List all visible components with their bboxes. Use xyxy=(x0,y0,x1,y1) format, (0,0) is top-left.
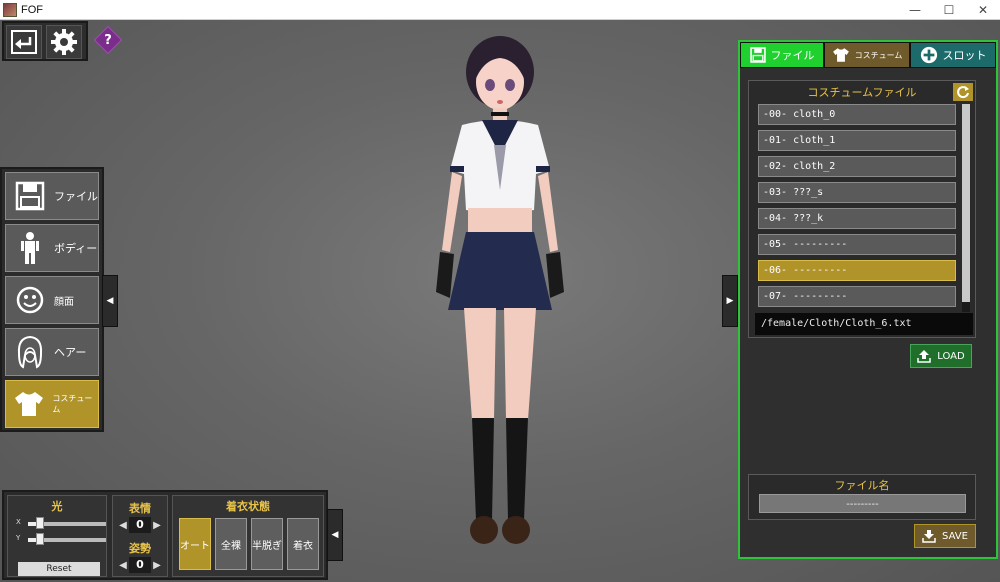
increment-arrow-icon[interactable]: ▶ xyxy=(151,560,163,571)
settings-button[interactable] xyxy=(46,25,82,59)
light-y-slider[interactable]: Y xyxy=(14,532,106,546)
tab-slot[interactable]: スロット xyxy=(910,42,996,68)
hair-icon xyxy=(17,335,43,369)
clothing-half-button[interactable]: 半脱ぎ xyxy=(251,518,283,570)
back-button[interactable] xyxy=(6,25,42,59)
expression-pose-section: 表情 ◀ 0 ▶ 姿勢 ◀ 0 ▶ xyxy=(112,495,168,577)
window-title: FOF xyxy=(21,3,43,16)
menu-item-costume[interactable]: コスチューム xyxy=(5,380,99,428)
chevron-left-icon: ◀ xyxy=(331,530,339,540)
clothing-dressed-button[interactable]: 着衣 xyxy=(287,518,319,570)
clothing-state-title: 着衣状態 xyxy=(226,500,270,513)
file-row[interactable]: -03- ???_s xyxy=(758,182,956,203)
file-row[interactable]: -07- --------- xyxy=(758,286,956,307)
file-name-title: ファイル名 xyxy=(834,479,890,492)
panel-tabs: ファイル コスチューム スロット xyxy=(740,42,996,68)
menu-item-file[interactable]: ファイル xyxy=(5,172,99,220)
chevron-left-icon: ◀ xyxy=(106,296,114,306)
tab-file[interactable]: ファイル xyxy=(740,42,824,68)
expression-title: 表情 xyxy=(129,502,151,515)
title-bar: FOF — ☐ ✕ xyxy=(0,0,1000,20)
body-icon xyxy=(21,232,39,264)
upload-icon xyxy=(917,350,932,363)
refresh-icon xyxy=(957,86,969,99)
clothing-auto-button[interactable]: オート xyxy=(179,518,211,570)
expression-stepper: ◀ 0 ▶ xyxy=(113,516,167,534)
light-title: 光 xyxy=(51,500,63,513)
load-button[interactable]: LOAD xyxy=(910,344,972,368)
decrement-arrow-icon[interactable]: ◀ xyxy=(117,520,129,531)
slider-handle[interactable] xyxy=(35,517,44,529)
plus-circle-icon xyxy=(920,46,937,64)
pose-title: 姿勢 xyxy=(129,542,151,555)
help-button[interactable]: ? xyxy=(93,25,123,55)
close-button[interactable]: ✕ xyxy=(966,0,1000,20)
character-model xyxy=(436,36,564,544)
reset-button[interactable]: Reset xyxy=(18,562,100,576)
file-row-selected[interactable]: -06- --------- xyxy=(758,260,956,281)
file-name-input[interactable]: --------- xyxy=(759,494,966,513)
left-category-menu: ファイル ボディー 顔面 ヘアー コスチューム xyxy=(0,167,104,432)
menu-item-hair[interactable]: ヘアー xyxy=(5,328,99,376)
file-name-box: ファイル名 --------- xyxy=(748,474,976,520)
tab-costume[interactable]: コスチューム xyxy=(824,42,910,68)
file-row[interactable]: -02- cloth_2 xyxy=(758,156,956,177)
left-menu-collapse-tab[interactable]: ◀ xyxy=(102,275,118,327)
menu-item-label: ヘアー xyxy=(54,346,87,359)
file-row[interactable]: -05- --------- xyxy=(758,234,956,255)
light-section: 光 X Y Reset xyxy=(7,495,107,577)
scrollbar-thumb[interactable] xyxy=(962,104,970,302)
save-icon xyxy=(749,47,766,63)
costume-file-panel: ファイル コスチューム スロット コスチュームファイル -00- cloth_0… xyxy=(738,40,998,559)
back-icon xyxy=(11,30,37,54)
refresh-button[interactable] xyxy=(953,83,973,101)
menu-item-body[interactable]: ボディー xyxy=(5,224,99,272)
load-label: LOAD xyxy=(937,350,965,362)
pose-value: 0 xyxy=(129,557,151,573)
slider-handle[interactable] xyxy=(35,533,44,545)
menu-item-label: 顔面 xyxy=(54,296,74,308)
clothing-state-section: 着衣状態 オート 全裸 半脱ぎ 着衣 xyxy=(172,495,324,577)
save-button[interactable]: SAVE xyxy=(914,524,976,548)
maximize-button[interactable]: ☐ xyxy=(932,0,966,20)
pose-stepper: ◀ 0 ▶ xyxy=(113,556,167,574)
increment-arrow-icon[interactable]: ▶ xyxy=(151,520,163,531)
expression-value: 0 xyxy=(129,517,151,533)
save-icon xyxy=(15,181,45,211)
decrement-arrow-icon[interactable]: ◀ xyxy=(117,560,129,571)
tshirt-icon xyxy=(832,48,849,62)
bottom-control-panel: 光 X Y Reset 表情 ◀ 0 ▶ 姿勢 ◀ 0 ▶ 着衣状態 オート 全… xyxy=(2,490,328,580)
face-icon xyxy=(16,286,44,314)
download-icon xyxy=(922,530,936,543)
minimize-button[interactable]: — xyxy=(898,0,932,20)
save-label: SAVE xyxy=(942,530,968,542)
file-row[interactable]: -04- ???_k xyxy=(758,208,956,229)
costume-file-list: -00- cloth_0 -01- cloth_1 -02- cloth_2 -… xyxy=(758,104,956,312)
clothing-nude-button[interactable]: 全裸 xyxy=(215,518,247,570)
file-row[interactable]: -00- cloth_0 xyxy=(758,104,956,125)
tshirt-icon xyxy=(15,392,44,416)
app-icon xyxy=(3,2,17,17)
file-box-title: コスチュームファイル xyxy=(807,86,917,99)
top-toolbar xyxy=(2,21,88,61)
costume-file-box: コスチュームファイル -00- cloth_0 -01- cloth_1 -02… xyxy=(748,80,976,338)
file-path-display: /female/Cloth/Cloth_6.txt xyxy=(755,313,973,335)
right-panel-collapse-tab[interactable]: ▶ xyxy=(722,275,738,327)
menu-item-label: ボディー xyxy=(54,242,98,255)
menu-item-face[interactable]: 顔面 xyxy=(5,276,99,324)
menu-item-label: コスチューム xyxy=(52,394,93,414)
light-x-slider[interactable]: X xyxy=(14,516,106,530)
chevron-right-icon: ▶ xyxy=(726,296,734,306)
gear-icon xyxy=(51,29,77,55)
bottom-panel-collapse-tab[interactable]: ◀ xyxy=(327,509,343,561)
file-row[interactable]: -01- cloth_1 xyxy=(758,130,956,151)
menu-item-label: ファイル xyxy=(54,190,98,203)
